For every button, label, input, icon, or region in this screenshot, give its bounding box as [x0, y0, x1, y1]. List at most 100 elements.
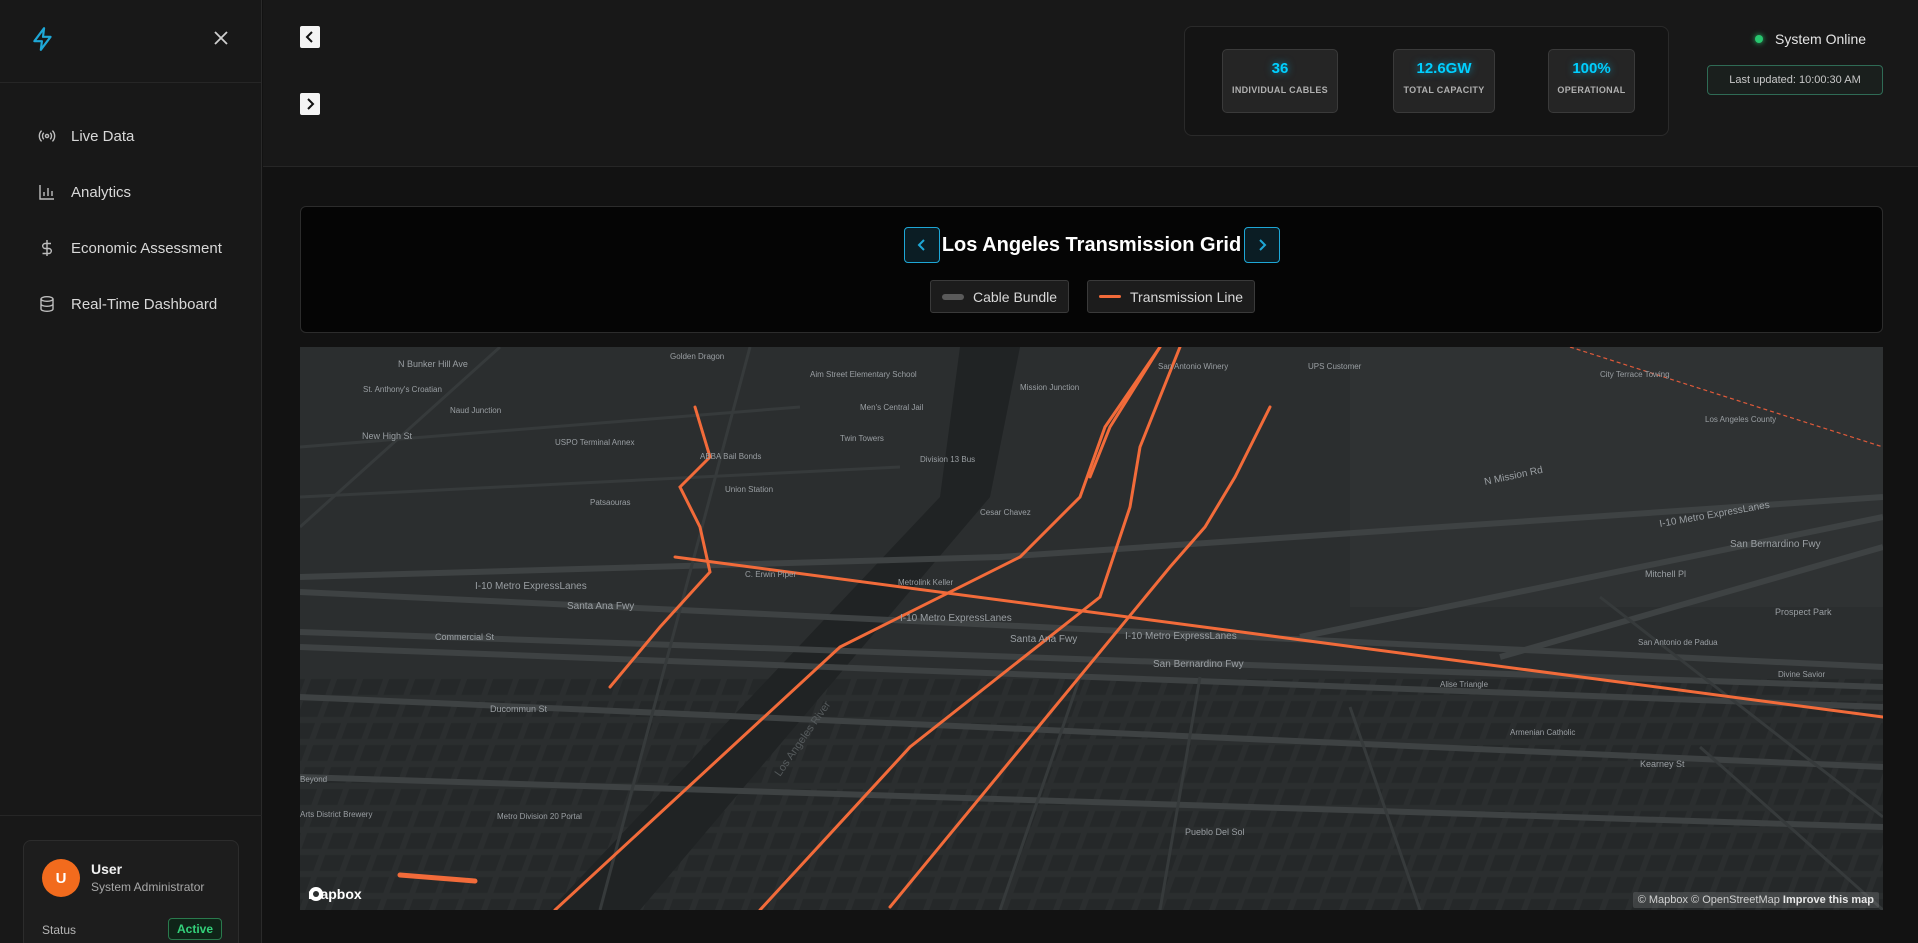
sidebar-header	[0, 0, 261, 83]
map-attribution: © Mapbox © OpenStreetMap Improve this ma…	[1632, 892, 1879, 908]
map-label: UPS Customer	[1308, 362, 1362, 371]
sidebar-item-label: Analytics	[71, 183, 132, 201]
stat-operational: 100% OPERATIONAL	[1548, 49, 1635, 113]
stat-caption: INDIVIDUAL CABLES	[1232, 85, 1328, 95]
map-label: Mission Junction	[1020, 383, 1079, 392]
stat-value: 100%	[1572, 60, 1611, 77]
mapbox-logo-icon	[309, 887, 323, 901]
last-updated-badge: Last updated: 10:00:30 AM	[1707, 65, 1883, 95]
map-label: Commercial St	[435, 632, 495, 642]
map-label: New High St	[362, 431, 413, 441]
legend-label: Transmission Line	[1130, 288, 1244, 305]
map-label: Men's Central Jail	[860, 403, 924, 412]
stat-value: 36	[1271, 60, 1289, 77]
chevron-right-icon	[1259, 239, 1267, 251]
avatar: U	[42, 859, 80, 897]
status-dot-icon	[1755, 35, 1763, 43]
map-label: Santa Ana Fwy	[1010, 634, 1077, 645]
sidebar: Live Data Analytics Economic Assessment …	[0, 0, 262, 943]
sidebar-footer: U User System Administrator Status Activ…	[0, 815, 262, 943]
map-label: Metro Division 20 Portal	[497, 812, 582, 821]
map-label: San Antonio Winery	[1158, 362, 1228, 371]
stat-individual-cables: 36 INDIVIDUAL CABLES	[1222, 49, 1338, 113]
lightning-logo-icon	[33, 27, 52, 51]
map-label: Alise Triangle	[1440, 680, 1489, 689]
map-label: Naud Junction	[450, 406, 501, 415]
legend-swatch	[942, 293, 964, 300]
database-icon	[36, 293, 58, 315]
map-label: Armenian Catholic	[1510, 728, 1575, 737]
top-header: 36 INDIVIDUAL CABLES 12.6GW TOTAL CAPACI…	[263, 0, 1918, 167]
stat-value: 12.6GW	[1416, 60, 1472, 77]
mapbox-logo[interactable]: mapbox	[308, 886, 362, 902]
map-label: San Bernardino Fwy	[1153, 659, 1244, 670]
map-label: Los Angeles County	[1705, 415, 1776, 424]
map-label: USPO Terminal Annex	[555, 438, 634, 447]
map-label: Divine Savior	[1778, 670, 1825, 679]
user-name: User	[91, 861, 123, 877]
map-canvas[interactable]: N Bunker Hill Ave Golden Dragon Aim Stre…	[300, 347, 1883, 910]
map-label: Union Station	[725, 485, 773, 494]
collapse-sidebar-button[interactable]	[300, 26, 320, 48]
chevron-left-icon	[305, 31, 313, 43]
map-label: C. Erwin Piper	[745, 570, 796, 579]
stat-caption: TOTAL CAPACITY	[1403, 85, 1485, 95]
user-card[interactable]: U User System Administrator Status Activ…	[23, 840, 239, 943]
map-label: Mitchell Pl	[1645, 569, 1686, 579]
sidebar-nav: Live Data Analytics Economic Assessment …	[0, 108, 262, 332]
legend-swatch	[1099, 295, 1121, 298]
map-label: Division 13 Bus	[920, 455, 975, 464]
map-label: Pueblo Del Sol	[1185, 827, 1245, 837]
broadcast-icon	[36, 125, 58, 147]
sidebar-item-label: Live Data	[71, 127, 135, 145]
map-label: Aim Street Elementary School	[810, 370, 917, 379]
map-title-panel: Los Angeles Transmission Grid Cable Bund…	[300, 206, 1883, 333]
sidebar-item-label: Real-Time Dashboard	[71, 295, 218, 313]
app-root: Live Data Analytics Economic Assessment …	[0, 0, 1918, 943]
map-label: Prospect Park	[1775, 607, 1832, 617]
legend-label: Cable Bundle	[973, 288, 1058, 305]
legend-cable-bundle[interactable]: Cable Bundle	[930, 280, 1070, 313]
map-label: San Bernardino Fwy	[1730, 539, 1821, 550]
map-svg: N Bunker Hill Ave Golden Dragon Aim Stre…	[300, 347, 1883, 910]
sidebar-item-real-time-dashboard[interactable]: Real-Time Dashboard	[0, 276, 262, 332]
map-label: Metrolink Keller	[898, 578, 953, 587]
map-label: Patsaouras	[590, 498, 630, 507]
map-label: I-10 Metro ExpressLanes	[1125, 631, 1237, 642]
bar-chart-icon	[36, 181, 58, 203]
stats-panel: 36 INDIVIDUAL CABLES 12.6GW TOTAL CAPACI…	[1184, 26, 1669, 136]
improve-map-link[interactable]: Improve this map	[1783, 894, 1874, 906]
user-role: System Administrator	[91, 880, 205, 894]
legend-transmission-line[interactable]: Transmission Line	[1087, 280, 1256, 313]
map-label: N Bunker Hill Ave	[398, 359, 468, 369]
map-label: San Antonio de Padua	[1638, 638, 1718, 647]
sidebar-item-live-data[interactable]: Live Data	[0, 108, 262, 164]
chevron-right-icon	[307, 98, 315, 110]
map-label: Ducommun St	[490, 704, 548, 714]
system-status: System Online	[1755, 31, 1866, 47]
status-label: Status	[42, 923, 77, 937]
map-label: I-10 Metro ExpressLanes	[900, 613, 1012, 624]
sidebar-item-label: Economic Assessment	[71, 239, 222, 257]
map-label: Arts District Brewery	[300, 810, 372, 819]
map-label: Golden Dragon	[670, 352, 724, 361]
attribution-text[interactable]: © Mapbox © OpenStreetMap	[1638, 894, 1780, 906]
map-label: Cesar Chavez	[980, 508, 1031, 517]
close-icon[interactable]	[210, 27, 232, 49]
map-label: Santa Ana Fwy	[567, 601, 634, 612]
expand-panel-button[interactable]	[300, 93, 320, 115]
next-map-button[interactable]	[1244, 227, 1280, 263]
system-status-text: System Online	[1775, 31, 1867, 47]
map-label: Kearney St	[1640, 759, 1685, 769]
map-label: I-10 Metro ExpressLanes	[475, 581, 587, 592]
sidebar-item-economic-assessment[interactable]: Economic Assessment	[0, 220, 262, 276]
stat-total-capacity: 12.6GW TOTAL CAPACITY	[1393, 49, 1495, 113]
map-title: Los Angeles Transmission Grid	[941, 234, 1242, 256]
stat-caption: OPERATIONAL	[1557, 85, 1626, 95]
map-label: Beyond	[300, 775, 327, 784]
sidebar-item-analytics[interactable]: Analytics	[0, 164, 262, 220]
map-label: City Terrace Towing	[1600, 370, 1670, 379]
status-badge: Active	[168, 918, 223, 940]
map-label: ABBA Bail Bonds	[700, 452, 761, 461]
map-label: St. Anthony's Croatian	[363, 385, 442, 394]
